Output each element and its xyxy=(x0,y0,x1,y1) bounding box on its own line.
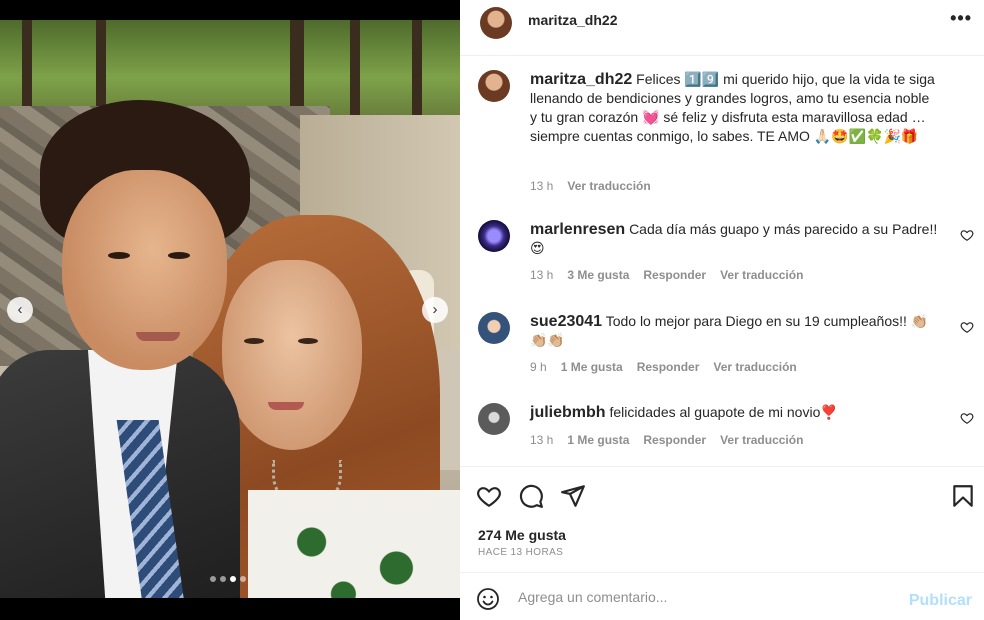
carousel-dot[interactable] xyxy=(220,576,226,582)
heart-icon[interactable] xyxy=(960,228,974,242)
reply-button[interactable]: Responder xyxy=(643,268,706,282)
translate-link[interactable]: Ver traducción xyxy=(567,179,650,193)
publish-button[interactable]: Publicar xyxy=(909,592,972,610)
photo-dress xyxy=(248,490,460,598)
photo-trunk xyxy=(290,20,304,116)
comment-username[interactable]: juliebmbh xyxy=(530,404,606,421)
header-username[interactable]: maritza_dh22 xyxy=(528,12,617,28)
avatar[interactable] xyxy=(478,403,510,435)
chevron-left-icon[interactable]: ‹ xyxy=(7,297,33,323)
photo-woman-eye xyxy=(298,338,318,344)
comment-time[interactable]: 13 h xyxy=(530,433,553,447)
emoji-icon[interactable] xyxy=(476,587,500,611)
photo-woman-eye xyxy=(244,338,264,344)
photo-man-mouth xyxy=(136,332,180,341)
comment-meta: 9 h 1 Me gusta Responder Ver traducción xyxy=(530,360,811,374)
bookmark-icon[interactable] xyxy=(950,483,976,509)
chevron-right-icon[interactable]: › xyxy=(422,297,448,323)
photo-man-eye xyxy=(108,252,130,259)
photo-woman-face xyxy=(222,260,362,450)
photo-trunk xyxy=(96,20,106,116)
carousel-dot[interactable] xyxy=(210,576,216,582)
comment-text: felicidades al guapote de mi novio❣️ xyxy=(609,404,838,420)
avatar[interactable] xyxy=(478,312,510,344)
send-icon[interactable] xyxy=(560,483,586,509)
heart-icon[interactable] xyxy=(960,320,974,334)
instagram-post-modal: ‹ › maritza_dh22 ••• maritza_dh22 Felice… xyxy=(0,0,984,620)
comment-likes[interactable]: 1 Me gusta xyxy=(561,360,623,374)
comment-body: marlenresen Cada día más guapo y más par… xyxy=(530,220,940,258)
carousel-dot[interactable] xyxy=(240,576,246,582)
caption-meta: 13 h Ver traducción xyxy=(530,179,665,193)
photo-trunk xyxy=(412,20,422,116)
comment-body: juliebmbh felicidades al guapote de mi n… xyxy=(530,403,940,422)
carousel-dots xyxy=(210,576,246,582)
post-actions: 274 Me gusta HACE 13 HORAS xyxy=(460,466,984,572)
comment-input[interactable] xyxy=(518,583,878,611)
photo-trunk xyxy=(350,20,360,116)
photo-man-eye xyxy=(168,252,190,259)
photo-woman-mouth xyxy=(268,402,304,410)
likes-count[interactable]: 274 Me gusta xyxy=(478,527,566,543)
reply-button[interactable]: Responder xyxy=(637,360,700,374)
comment-time[interactable]: 9 h xyxy=(530,360,547,374)
comment-icon[interactable] xyxy=(518,483,544,509)
avatar[interactable] xyxy=(478,70,510,102)
avatar[interactable] xyxy=(478,220,510,252)
heart-icon[interactable] xyxy=(960,411,974,425)
post-details-panel: maritza_dh22 ••• maritza_dh22 Felices 1️… xyxy=(460,0,984,620)
post-photo[interactable] xyxy=(0,20,460,598)
avatar[interactable] xyxy=(480,7,512,39)
comment-meta: 13 h 3 Me gusta Responder Ver traducción xyxy=(530,268,817,282)
post-header: maritza_dh22 ••• xyxy=(460,0,984,56)
translate-link[interactable]: Ver traducción xyxy=(720,433,803,447)
comment-meta: 13 h 1 Me gusta Responder Ver traducción xyxy=(530,433,817,447)
comment-body: sue23041 Todo lo mejor para Diego en su … xyxy=(530,312,940,350)
heart-icon[interactable] xyxy=(476,483,502,509)
comment-username[interactable]: marlenresen xyxy=(530,221,625,238)
post-media: ‹ › xyxy=(0,0,460,620)
caption-time[interactable]: 13 h xyxy=(530,179,553,193)
caption-body: maritza_dh22 Felices 1️⃣9️⃣ mi querido h… xyxy=(530,70,940,146)
caption-username[interactable]: maritza_dh22 xyxy=(530,71,632,88)
photo-trees xyxy=(0,20,460,116)
carousel-dot[interactable] xyxy=(230,576,236,582)
posted-time: HACE 13 HORAS xyxy=(478,547,564,558)
translate-link[interactable]: Ver traducción xyxy=(713,360,796,374)
comment-likes[interactable]: 3 Me gusta xyxy=(567,268,629,282)
comment-composer: Publicar xyxy=(460,572,984,620)
translate-link[interactable]: Ver traducción xyxy=(720,268,803,282)
comment-time[interactable]: 13 h xyxy=(530,268,553,282)
comment-likes[interactable]: 1 Me gusta xyxy=(567,433,629,447)
photo-trunk xyxy=(22,20,32,116)
comment-username[interactable]: sue23041 xyxy=(530,313,602,330)
reply-button[interactable]: Responder xyxy=(643,433,706,447)
more-horizontal-icon[interactable]: ••• xyxy=(950,8,972,29)
